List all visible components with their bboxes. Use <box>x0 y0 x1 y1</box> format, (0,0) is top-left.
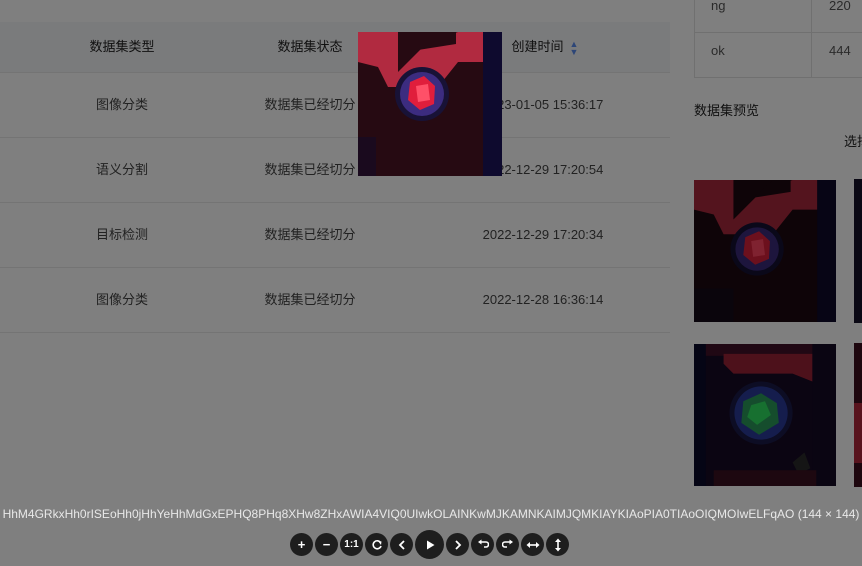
next-button[interactable] <box>446 533 469 556</box>
flip-horizontal-button[interactable] <box>521 533 544 556</box>
actual-size-button[interactable]: 1:1 <box>340 533 363 556</box>
zoom-out-button[interactable]: − <box>315 533 338 556</box>
viewer-image[interactable] <box>358 32 502 176</box>
rotate-left-button[interactable] <box>471 533 494 556</box>
flip-vertical-icon <box>554 538 561 551</box>
play-button[interactable] <box>415 530 444 559</box>
flip-vertical-button[interactable] <box>546 533 569 556</box>
rotate-left-icon <box>477 539 489 548</box>
rotate-right-button[interactable] <box>496 533 519 556</box>
rotate-right-icon <box>501 539 513 548</box>
previous-button[interactable] <box>390 533 413 556</box>
viewer-toolbar: + − 1:1 <box>0 530 862 559</box>
reset-button[interactable] <box>365 533 388 556</box>
reset-icon <box>371 539 382 550</box>
play-icon <box>426 540 434 549</box>
enlarged-sample-image <box>358 32 502 176</box>
chevron-right-icon <box>454 539 461 550</box>
zoom-in-button[interactable]: + <box>290 533 313 556</box>
flip-horizontal-icon <box>526 541 539 548</box>
chevron-left-icon <box>398 539 405 550</box>
image-caption: HhM4GRkxHh0rISEoHh0jHhYeHhMdGxEPHQ8PHq8X… <box>2 507 860 521</box>
